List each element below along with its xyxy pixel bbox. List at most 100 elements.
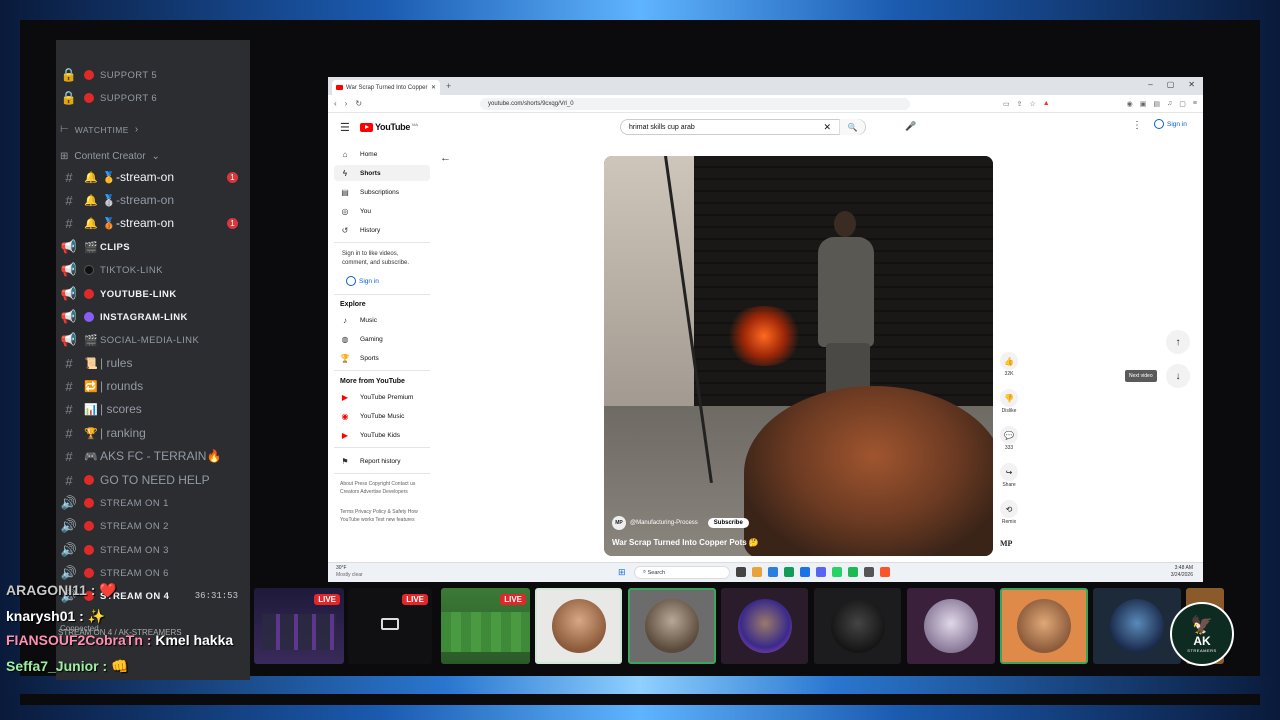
extension-icon[interactable]: ▢ <box>1179 100 1186 108</box>
guide-home[interactable]: ⌂ Home <box>334 146 430 162</box>
previous-video-button[interactable]: ↑ <box>1166 330 1190 354</box>
channel-avatar[interactable]: MP <box>612 516 626 530</box>
share-button[interactable]: ↪ Share <box>996 463 1022 488</box>
extension-icon[interactable]: ▣ <box>1140 100 1147 108</box>
category-watchtime[interactable]: ⊢ WATCHTIME › <box>60 124 138 135</box>
participant-tile-screen[interactable]: LIVE <box>348 588 432 664</box>
music-icon[interactable]: ♫ <box>1167 100 1172 108</box>
sign-in-button[interactable]: Sign in <box>1154 119 1187 129</box>
cast-icon[interactable]: ▭ <box>1003 100 1010 108</box>
channel-scores[interactable]: # 📊 | scores <box>56 398 250 420</box>
guide-youtube-music[interactable]: ◉ YouTube Music <box>334 408 430 424</box>
participant-tile-5[interactable] <box>907 588 995 664</box>
back-icon[interactable]: ‹ <box>334 99 337 108</box>
remix-button[interactable]: ⟲ Remix <box>996 500 1022 525</box>
channel-thumbnail[interactable]: MP <box>1000 539 1012 548</box>
guide-music[interactable]: ♪ Music <box>334 312 430 328</box>
menu-icon[interactable]: ≡ <box>1193 100 1197 108</box>
search-button[interactable]: 🔍 <box>839 119 865 135</box>
channel-support-6[interactable]: 🔒 SUPPORT 6 <box>56 87 250 109</box>
channel-stream-on-3[interactable]: # 🔔 🥉 -stream-on 1 <box>56 212 250 234</box>
participant-tile-game-1[interactable]: LIVE <box>254 588 344 664</box>
footer-links[interactable]: About Press Copyright Contact us Creator… <box>340 480 430 496</box>
clear-search-icon[interactable]: ✕ <box>823 122 831 133</box>
bookmark-icon[interactable]: ☆ <box>1029 100 1035 108</box>
participant-tile-1[interactable] <box>535 588 622 664</box>
task-view-icon[interactable] <box>736 567 746 577</box>
shorts-video-player[interactable]: MP @Manufacturing-Process Subscribe War … <box>604 156 993 556</box>
microphone-icon[interactable]: 🎤 <box>905 121 916 132</box>
guide-sign-in-button[interactable]: Sign in <box>346 276 379 286</box>
back-arrow-icon[interactable]: ← <box>440 152 451 164</box>
dislike-button[interactable]: 👎 Dislike <box>996 389 1022 414</box>
taskbar-clock[interactable]: 3:48 AM 3/24/2026 <box>1171 565 1193 579</box>
channel-support-5[interactable]: 🔒 SUPPORT 5 <box>56 64 250 86</box>
participant-tile-2[interactable] <box>628 588 716 664</box>
channel-ranking[interactable]: # 🏆 | ranking <box>56 422 250 444</box>
weather-widget[interactable]: 30°F Mostly clear <box>336 565 363 579</box>
url-field[interactable]: youtube.com/shorts/9cxqg/Vrl_0 <box>480 97 911 110</box>
channel-clips[interactable]: 📢 🎬 CLIPS <box>56 236 250 258</box>
hamburger-menu-icon[interactable]: ☰ <box>340 121 350 134</box>
app-icon[interactable] <box>784 567 794 577</box>
like-button[interactable]: 👍 32K <box>996 352 1022 377</box>
app-icon[interactable] <box>864 567 874 577</box>
participant-tile-game-2[interactable]: LIVE <box>441 588 530 664</box>
footer-links[interactable]: Terms Privacy Policy & Safety How YouTub… <box>340 508 430 524</box>
channel-go-to-need-help[interactable]: # GO TO NEED HELP <box>56 469 250 491</box>
participant-tile-6[interactable] <box>1000 588 1088 664</box>
guide-history[interactable]: ↺ History <box>334 222 430 238</box>
channel-rules[interactable]: # 📜 | rules <box>56 352 250 374</box>
voice-stream-on-2[interactable]: 🔊 STREAM ON 2 <box>56 515 250 537</box>
voice-stream-on-6[interactable]: 🔊 STREAM ON 6 <box>56 562 250 584</box>
search-input[interactable]: hrimat skills cup arab ✕ 🔍 <box>620 119 866 135</box>
more-options-icon[interactable]: ⋮ <box>1132 120 1142 131</box>
category-content-creator[interactable]: ⊞ Content Creator ⌄ <box>60 151 160 162</box>
guide-shorts[interactable]: ϟ Shorts <box>334 165 430 181</box>
edge-icon[interactable] <box>768 567 778 577</box>
guide-report-history[interactable]: ⚑ Report history <box>334 453 430 469</box>
subscribe-button[interactable]: Subscribe <box>707 518 749 528</box>
guide-subscriptions[interactable]: ▤ Subscriptions <box>334 184 430 200</box>
guide-gaming[interactable]: ◍ Gaming <box>334 331 430 347</box>
participant-tile-3[interactable] <box>721 588 808 664</box>
channel-aks-fc-terrain[interactable]: # 🎮 AKS FC - TERRAIN🔥 <box>56 445 250 467</box>
next-video-button[interactable]: ↓ <box>1166 364 1190 388</box>
guide-youtube-kids[interactable]: ▶ YouTube Kids <box>334 427 430 443</box>
file-explorer-icon[interactable] <box>752 567 762 577</box>
video-title[interactable]: War Scrap Turned Into Copper Pots 🤔 <box>612 538 759 547</box>
channel-stream-on-2[interactable]: # 🔔 🥈 -stream-on <box>56 189 250 211</box>
taskbar-search[interactable]: ⌕ Search <box>634 566 730 579</box>
brave-icon[interactable] <box>880 567 890 577</box>
share-page-icon[interactable]: ⇪ <box>1017 100 1023 108</box>
channel-rounds[interactable]: # 🔁 | rounds <box>56 375 250 397</box>
guide-youtube-premium[interactable]: ▶ YouTube Premium <box>334 389 430 405</box>
close-tab-icon[interactable]: ✕ <box>431 84 436 91</box>
voice-stream-on-3[interactable]: 🔊 STREAM ON 3 <box>56 539 250 561</box>
whatsapp-icon[interactable] <box>832 567 842 577</box>
channel-tiktok-link[interactable]: 📢 TIKTOK-LINK <box>56 259 250 281</box>
close-window-button[interactable]: ✕ <box>1188 80 1195 89</box>
maximize-button[interactable]: ▢ <box>1167 80 1175 89</box>
reload-icon[interactable]: ↻ <box>355 99 362 108</box>
guide-you[interactable]: ◎ You <box>334 203 430 219</box>
channel-stream-on-1[interactable]: # 🔔 🥇 -stream-on 1 <box>56 166 250 188</box>
discord-icon[interactable] <box>816 567 826 577</box>
comments-button[interactable]: 💬 333 <box>996 426 1022 451</box>
new-tab-icon[interactable]: + <box>446 81 451 91</box>
minimize-button[interactable]: – <box>1148 80 1152 89</box>
tab-youtube-short[interactable]: War Scrap Turned Into Copper ✕ <box>332 80 440 95</box>
channel-social-media-link[interactable]: 📢 🎬 SOCIAL-MEDIA-LINK <box>56 329 250 351</box>
channel-instagram-link[interactable]: 📢 INSTAGRAM-LINK <box>56 306 250 328</box>
app-icon[interactable] <box>800 567 810 577</box>
channel-name[interactable]: @Manufacturing-Process <box>630 520 698 526</box>
voice-stream-on-1[interactable]: 🔊 STREAM ON 1 <box>56 492 250 514</box>
youtube-logo[interactable]: YouTube MA <box>360 122 418 132</box>
guide-sports[interactable]: 🏆 Sports <box>334 350 430 366</box>
participant-tile-4[interactable] <box>814 588 901 664</box>
extension-icon[interactable]: ◉ <box>1127 100 1133 108</box>
participant-tile-7[interactable] <box>1093 588 1181 664</box>
extension-icon[interactable]: ▤ <box>1153 100 1160 108</box>
brave-shield-icon[interactable]: ▲ <box>1043 100 1050 108</box>
windows-start-icon[interactable]: ⊞ <box>618 567 626 578</box>
